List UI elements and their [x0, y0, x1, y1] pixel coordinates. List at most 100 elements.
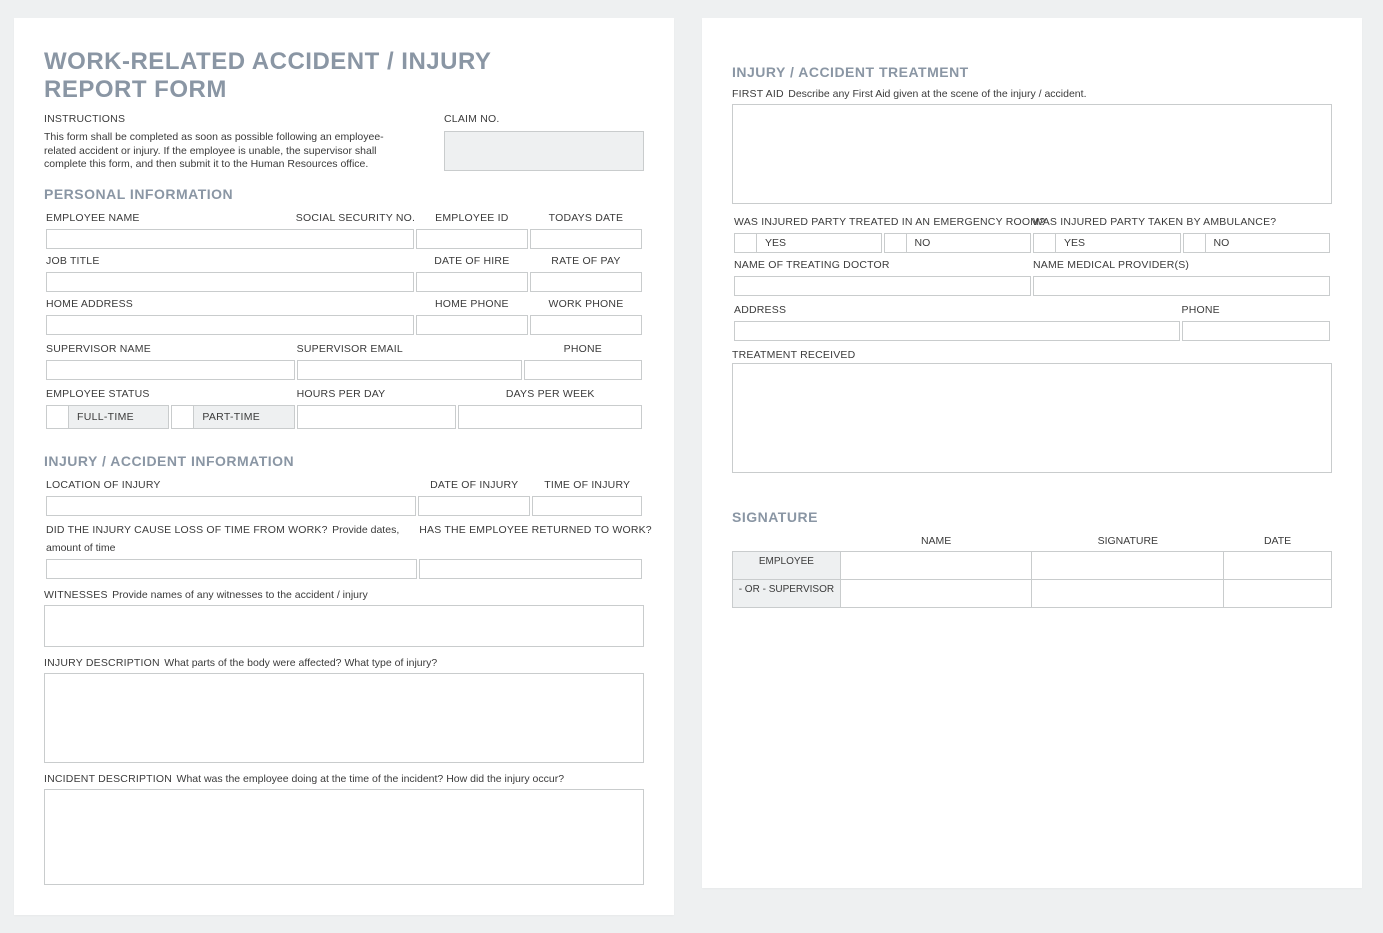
loss-time-input[interactable] [46, 559, 417, 579]
loss-time-label: DID THE INJURY CAUSE LOSS OF TIME FROM W… [46, 524, 328, 536]
sig-supervisor-name[interactable] [840, 580, 1032, 608]
received-input[interactable] [732, 363, 1332, 473]
returned-input[interactable] [419, 559, 642, 579]
home-phone-input[interactable] [416, 315, 528, 335]
date-hire-label: DATE OF HIRE [434, 255, 509, 267]
instructions-text: This form shall be completed as soon as … [44, 131, 414, 172]
title-line-1: WORK-RELATED ACCIDENT / INJURY [44, 48, 491, 75]
amb-no[interactable]: NO [1183, 233, 1331, 253]
doctor-input[interactable] [734, 276, 1031, 296]
rate-pay-input[interactable] [530, 272, 642, 292]
returned-label: HAS THE EMPLOYEE RETURNED TO WORK? [419, 524, 652, 536]
work-phone-label: WORK PHONE [548, 298, 623, 310]
supervisor-phone-label: PHONE [564, 343, 602, 355]
job-title-label: JOB TITLE [46, 255, 100, 267]
supervisor-email-input[interactable] [297, 360, 522, 380]
supervisor-name-label: SUPERVISOR NAME [46, 343, 151, 355]
treat-address-input[interactable] [734, 321, 1180, 341]
sig-employee-date[interactable] [1224, 552, 1332, 580]
er-no-checkbox[interactable] [885, 234, 907, 252]
witnesses-input[interactable] [44, 605, 644, 647]
work-phone-input[interactable] [530, 315, 642, 335]
injury-date-label: DATE OF INJURY [430, 479, 518, 491]
page-1: WORK-RELATED ACCIDENT / INJURY REPORT FO… [14, 18, 674, 915]
first-aid-input[interactable] [732, 104, 1332, 204]
supervisor-name-input[interactable] [46, 360, 295, 380]
parttime-option[interactable]: PART-TIME [171, 405, 294, 429]
amb-yes-text: YES [1056, 237, 1180, 249]
sig-employee-name[interactable] [840, 552, 1032, 580]
signature-table: NAME SIGNATURE DATE EMPLOYEE - OR - SUPE… [732, 531, 1332, 608]
supervisor-phone-input[interactable] [524, 360, 642, 380]
personal-grid: EMPLOYEE NAME SOCIAL SECURITY NO. EMPLOY… [44, 206, 644, 337]
home-address-input[interactable] [46, 315, 414, 335]
incident-desc-input[interactable] [44, 789, 644, 885]
sig-supervisor-signature[interactable] [1032, 580, 1224, 608]
hours-day-input[interactable] [297, 405, 457, 429]
injury-date-input[interactable] [418, 496, 530, 516]
section-treatment: INJURY / ACCIDENT TREATMENT [732, 64, 1332, 80]
page-2: INJURY / ACCIDENT TREATMENT FIRST AID De… [702, 18, 1362, 888]
incident-desc-label: INCIDENT DESCRIPTION [44, 773, 172, 785]
incident-desc-hint: What was the employee doing at the time … [177, 773, 565, 785]
er-no[interactable]: NO [884, 233, 1032, 253]
employee-id-label: EMPLOYEE ID [435, 212, 508, 224]
home-address-label: HOME ADDRESS [46, 298, 133, 310]
injury-grid-2: DID THE INJURY CAUSE LOSS OF TIME FROM W… [44, 518, 644, 581]
days-week-input[interactable] [458, 405, 642, 429]
section-injury-info: INJURY / ACCIDENT INFORMATION [44, 453, 644, 469]
employee-name-label: EMPLOYEE NAME [46, 212, 140, 224]
location-input[interactable] [46, 496, 416, 516]
job-title-input[interactable] [46, 272, 414, 292]
fulltime-checkbox[interactable] [47, 406, 69, 428]
employee-name-input[interactable] [46, 229, 414, 249]
section-signature: SIGNATURE [732, 509, 1332, 525]
provider-label: NAME MEDICAL PROVIDER(S) [1033, 259, 1189, 271]
rate-pay-label: RATE OF PAY [551, 255, 620, 267]
injury-desc-input[interactable] [44, 673, 644, 763]
instructions-label: INSTRUCTIONS [44, 113, 414, 125]
supervisor-email-label: SUPERVISOR EMAIL [297, 343, 403, 355]
witnesses-label: WITNESSES [44, 589, 108, 601]
hours-day-label: HOURS PER DAY [297, 388, 386, 400]
todays-date-input[interactable] [530, 229, 642, 249]
injury-desc-label: INJURY DESCRIPTION [44, 657, 160, 669]
amb-yes-checkbox[interactable] [1034, 234, 1056, 252]
days-week-label: DAYS PER WEEK [506, 388, 595, 400]
amb-no-checkbox[interactable] [1184, 234, 1206, 252]
addr-phone-grid: ADDRESS PHONE [732, 298, 1332, 343]
injury-desc-hint: What parts of the body were affected? Wh… [164, 657, 437, 669]
provider-input[interactable] [1033, 276, 1330, 296]
sig-supervisor-date[interactable] [1224, 580, 1332, 608]
form-title: WORK-RELATED ACCIDENT / INJURY REPORT FO… [44, 48, 644, 103]
employee-id-input[interactable] [416, 229, 528, 249]
sig-supervisor-role: - OR - SUPERVISOR [733, 580, 841, 608]
witnesses-hint: Provide names of any witnesses to the ac… [112, 589, 368, 601]
er-yes-text: YES [757, 237, 881, 249]
supervisor-grid: SUPERVISOR NAME SUPERVISOR EMAIL PHONE [44, 337, 644, 382]
amb-yes[interactable]: YES [1033, 233, 1181, 253]
treat-phone-label: PHONE [1182, 304, 1220, 316]
injury-time-label: TIME OF INJURY [544, 479, 630, 491]
title-line-2: REPORT FORM [44, 76, 227, 103]
amb-label: WAS INJURED PARTY TAKEN BY AMBULANCE? [1033, 216, 1276, 228]
injury-time-input[interactable] [532, 496, 642, 516]
parttime-checkbox[interactable] [172, 406, 194, 428]
section-personal: PERSONAL INFORMATION [44, 186, 644, 202]
date-hire-input[interactable] [416, 272, 528, 292]
claim-no-input[interactable] [444, 131, 644, 171]
document-pages: WORK-RELATED ACCIDENT / INJURY REPORT FO… [14, 18, 1369, 915]
fulltime-option[interactable]: FULL-TIME [46, 405, 169, 429]
er-amb-grid: WAS INJURED PARTY TREATED IN AN EMERGENC… [732, 210, 1332, 298]
sig-employee-signature[interactable] [1032, 552, 1224, 580]
er-yes-checkbox[interactable] [735, 234, 757, 252]
first-aid-hint: Describe any First Aid given at the scen… [788, 88, 1086, 100]
ssn-label: SOCIAL SECURITY NO. [296, 212, 415, 224]
sig-sig-header: SIGNATURE [1098, 535, 1158, 547]
first-aid-label: FIRST AID [732, 88, 784, 100]
sig-name-header: NAME [921, 535, 951, 547]
treat-phone-input[interactable] [1182, 321, 1331, 341]
home-phone-label: HOME PHONE [435, 298, 509, 310]
parttime-label: PART-TIME [194, 406, 293, 428]
er-yes[interactable]: YES [734, 233, 882, 253]
